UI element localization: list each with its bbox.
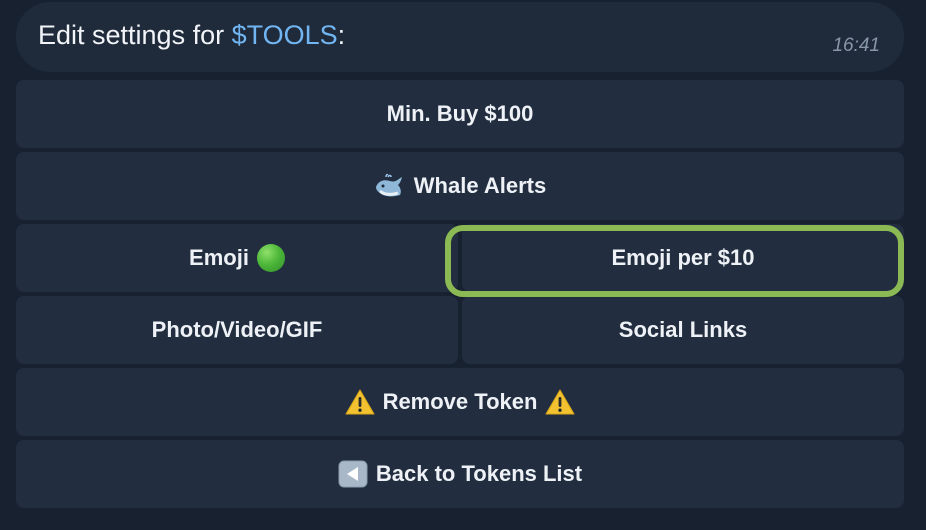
message-text: Edit settings for $TOOLS: xyxy=(38,18,345,52)
chat-view: Edit settings for $TOOLS: 16:41 Min. Buy… xyxy=(0,0,926,530)
whale-alerts-label: Whale Alerts xyxy=(413,173,547,198)
back-to-tokens-label: Back to Tokens List xyxy=(375,461,583,486)
whale-alerts-button[interactable]: Whale Alerts xyxy=(16,152,904,220)
warning-icon xyxy=(345,389,375,415)
message-prefix: Edit settings for xyxy=(38,20,232,50)
message-suffix: : xyxy=(337,20,346,50)
photo-video-gif-button[interactable]: Photo/Video/GIF xyxy=(16,296,458,364)
emoji-button[interactable]: Emoji xyxy=(16,224,458,292)
emoji-per-label: Emoji per $10 xyxy=(611,245,755,270)
emoji-label: Emoji xyxy=(189,245,249,270)
remove-token-label: Remove Token xyxy=(382,389,538,414)
photo-video-gif-label: Photo/Video/GIF xyxy=(151,317,323,342)
message-timestamp: 16:41 xyxy=(832,35,880,56)
whale-icon xyxy=(374,173,406,199)
back-arrow-icon xyxy=(338,460,368,488)
min-buy-label: Min. Buy $100 xyxy=(386,101,534,126)
green-circle-icon xyxy=(256,244,285,272)
social-links-label: Social Links xyxy=(618,317,748,342)
social-links-button[interactable]: Social Links xyxy=(462,296,904,364)
message-bubble: Edit settings for $TOOLS: 16:41 xyxy=(16,2,904,72)
warning-icon xyxy=(545,389,575,415)
token-ticker-link[interactable]: $TOOLS xyxy=(232,20,338,50)
min-buy-button[interactable]: Min. Buy $100 xyxy=(16,80,904,148)
emoji-per-button[interactable]: Emoji per $10 xyxy=(462,224,904,292)
remove-token-button[interactable]: Remove Token xyxy=(16,368,904,436)
back-to-tokens-button[interactable]: Back to Tokens List xyxy=(16,440,904,508)
